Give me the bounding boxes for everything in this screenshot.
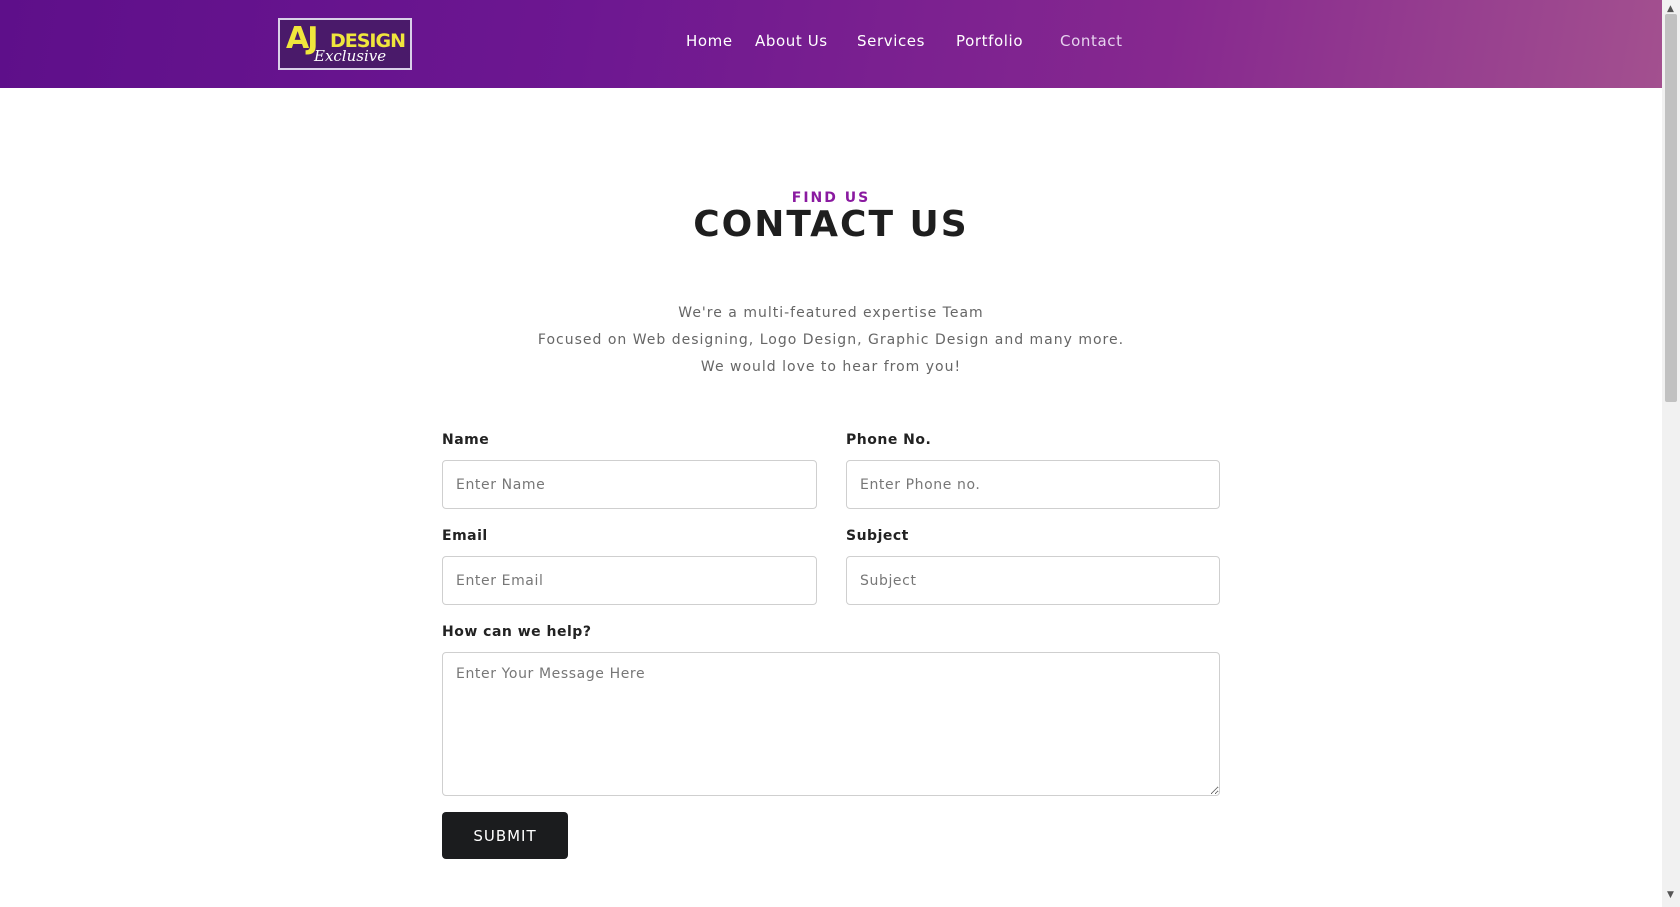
intro-line-1: We're a multi-featured expertise Team (678, 305, 984, 321)
logo-aj-text: AJ (286, 21, 318, 56)
phone-label: Phone No. (846, 432, 932, 448)
intro-text: We're a multi-featured expertise Team Fo… (0, 300, 1662, 381)
phone-input[interactable] (846, 460, 1220, 509)
page-title: CONTACT US (693, 204, 969, 245)
brand-logo[interactable]: AJ DESIGN Exclusive (278, 18, 412, 70)
subject-label: Subject (846, 528, 909, 544)
subject-input[interactable] (846, 556, 1220, 605)
scroll-down-arrow-icon[interactable]: ▼ (1667, 890, 1674, 900)
logo-exclusive-text: Exclusive (314, 47, 387, 65)
name-label: Name (442, 432, 490, 448)
nav-home[interactable]: Home (686, 32, 733, 50)
email-label: Email (442, 528, 488, 544)
name-input[interactable] (442, 460, 817, 509)
intro-line-3: We would love to hear from you! (700, 359, 962, 375)
message-textarea[interactable] (442, 652, 1220, 796)
nav-portfolio[interactable]: Portfolio (956, 32, 1023, 50)
nav-about-us[interactable]: About Us (755, 32, 828, 50)
message-label: How can we help? (442, 624, 592, 640)
nav-contact[interactable]: Contact (1060, 32, 1123, 50)
scrollbar-thumb[interactable] (1665, 14, 1677, 402)
nav-services[interactable]: Services (857, 32, 925, 50)
page-scrollbar[interactable]: ▲ ▼ (1662, 0, 1680, 907)
top-navbar: AJ DESIGN Exclusive Home About Us Servic… (0, 0, 1662, 88)
email-input[interactable] (442, 556, 817, 605)
scroll-up-arrow-icon[interactable]: ▲ (1667, 4, 1674, 14)
intro-line-2: Focused on Web designing, Logo Design, G… (537, 332, 1125, 348)
submit-button[interactable]: SUBMIT (442, 812, 568, 859)
